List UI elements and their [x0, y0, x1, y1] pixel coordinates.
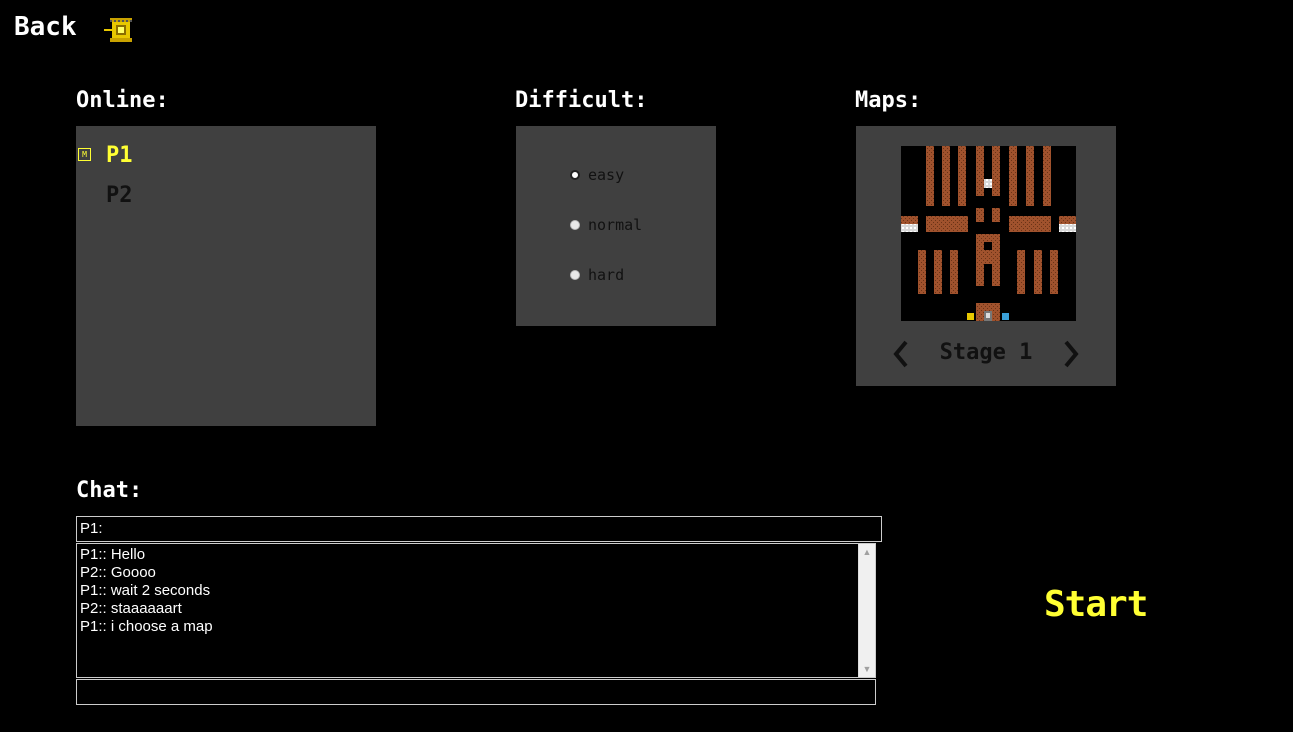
- chat-messages: P1:: Hello P2:: Goooo P1:: wait 2 second…: [80, 546, 855, 636]
- chat-scrollbar[interactable]: ▲ ▼: [858, 544, 875, 677]
- chat-message-input[interactable]: [76, 679, 876, 705]
- difficulty-hard-label: hard: [588, 266, 625, 284]
- host-badge-icon: M: [78, 148, 91, 161]
- tank-icon: [104, 18, 132, 42]
- difficulty-option-easy[interactable]: easy: [570, 166, 624, 184]
- radio-normal[interactable]: [570, 220, 580, 230]
- start-button[interactable]: Start: [1044, 584, 1148, 625]
- stage-name: Stage 1: [939, 340, 1033, 365]
- difficulty-easy-label: easy: [588, 166, 625, 184]
- maps-panel: Stage 1: [856, 126, 1116, 386]
- radio-easy[interactable]: [570, 170, 580, 180]
- difficulty-option-hard[interactable]: hard: [570, 266, 624, 284]
- online-players-panel: M P1 P2: [76, 126, 376, 426]
- chat-log[interactable]: P1:: Hello P2:: Goooo P1:: wait 2 second…: [76, 543, 876, 678]
- map-preview: [901, 146, 1076, 321]
- player-list-item-p1: P1: [106, 143, 133, 168]
- chat-message: P1:: wait 2 seconds: [80, 582, 211, 599]
- chevron-right-icon[interactable]: [1062, 340, 1082, 368]
- chat-message: P1:: i choose a map: [80, 618, 213, 635]
- maps-label: Maps:: [855, 88, 922, 113]
- radio-hard[interactable]: [570, 270, 580, 280]
- chat-message: P2:: staaaaaart: [80, 600, 182, 617]
- difficulty-normal-label: normal: [588, 216, 643, 234]
- online-label: Online:: [76, 88, 169, 113]
- map-navigation: Stage 1: [886, 338, 1086, 372]
- scroll-down-icon[interactable]: ▼: [859, 661, 875, 677]
- player-list-item-p2: P2: [106, 183, 133, 208]
- chat-message: P1:: Hello: [80, 546, 146, 563]
- chat-label: Chat:: [76, 478, 143, 503]
- back-button[interactable]: Back: [14, 12, 77, 42]
- difficulty-option-normal[interactable]: normal: [570, 216, 642, 234]
- chat-message: P2:: Goooo: [80, 564, 156, 581]
- difficulty-label: Difficult:: [515, 88, 648, 113]
- chat-prefix-field[interactable]: P1:: [76, 516, 882, 542]
- difficulty-panel: easy normal hard: [516, 126, 716, 326]
- scroll-up-icon[interactable]: ▲: [859, 544, 875, 560]
